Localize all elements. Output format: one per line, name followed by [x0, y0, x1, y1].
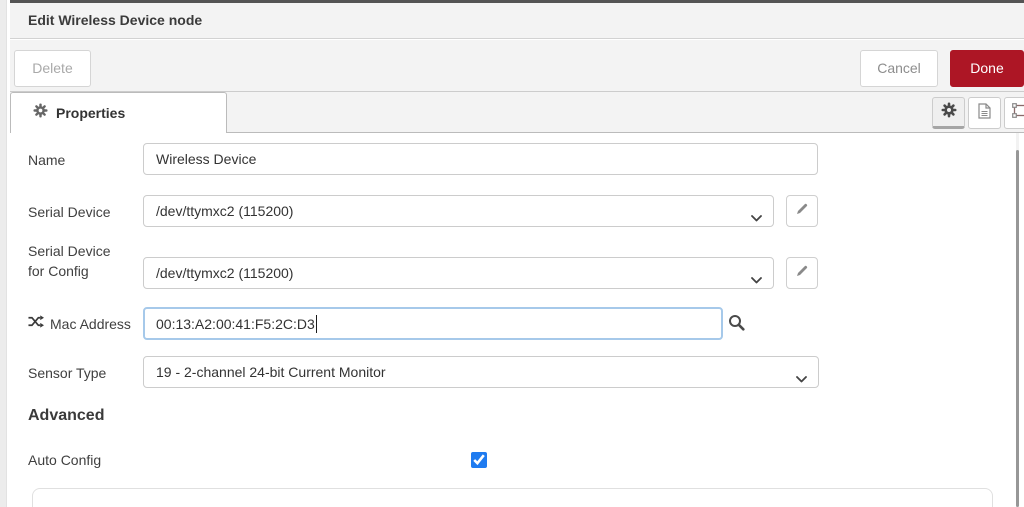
tab-properties[interactable]: Properties	[10, 92, 227, 133]
search-icon[interactable]	[728, 314, 745, 336]
mac-address-label: Mac Address	[50, 316, 131, 332]
advanced-options-panel	[32, 488, 993, 507]
name-label: Name	[28, 152, 66, 168]
tab-bar: Properties	[10, 92, 1024, 133]
chevron-down-icon	[751, 271, 762, 287]
delete-button[interactable]: Delete	[14, 50, 91, 87]
sensor-type-label: Sensor Type	[28, 365, 107, 381]
scrollbar-thumb[interactable]	[1016, 150, 1019, 507]
sensor-type-value: 19 - 2-channel 24-bit Current Monitor	[156, 364, 386, 380]
done-button[interactable]: Done	[950, 50, 1024, 87]
mac-address-label-row: Mac Address	[28, 314, 131, 334]
auto-config-label: Auto Config	[28, 452, 102, 468]
serial-device-label: Serial Device	[28, 204, 111, 220]
text-caret	[315, 314, 318, 333]
serial-device-config-value: /dev/ttymxc2 (115200)	[156, 265, 294, 281]
pencil-icon	[795, 202, 809, 221]
pencil-icon	[795, 264, 809, 283]
gear-icon	[33, 103, 48, 123]
object-group-icon	[1012, 103, 1024, 123]
advanced-section-heading: Advanced	[28, 407, 105, 424]
workspace-edge	[0, 0, 7, 507]
serial-device-select[interactable]: /dev/ttymxc2 (115200)	[143, 195, 774, 227]
properties-tab-button[interactable]	[932, 97, 965, 129]
sensor-type-select[interactable]: 19 - 2-channel 24-bit Current Monitor	[143, 356, 819, 388]
edit-serial-device-config-button[interactable]	[786, 257, 818, 289]
chevron-down-icon	[796, 370, 807, 386]
serial-device-config-select[interactable]: /dev/ttymxc2 (115200)	[143, 257, 774, 289]
name-input[interactable]	[143, 143, 818, 175]
auto-config-checkbox[interactable]	[471, 452, 487, 468]
mac-address-value: 00:13:A2:00:41:F5:2C:D3	[156, 315, 315, 332]
mac-address-input[interactable]: 00:13:A2:00:41:F5:2C:D3	[143, 307, 723, 340]
tab-properties-label: Properties	[56, 105, 126, 121]
description-tab-button[interactable]	[968, 97, 1001, 129]
appearance-tab-button[interactable]	[1004, 97, 1024, 129]
cancel-button[interactable]: Cancel	[860, 50, 938, 87]
dialog-title: Edit Wireless Device node	[28, 12, 203, 28]
tray-toolbar: Delete Cancel Done	[10, 40, 1024, 92]
shuffle-icon	[28, 315, 44, 333]
tray-header: Edit Wireless Device node	[10, 3, 1024, 39]
chevron-down-icon	[751, 209, 762, 225]
edit-node-dialog: Edit Wireless Device node Delete Cancel …	[0, 0, 1024, 507]
gear-icon	[941, 102, 957, 123]
serial-device-config-label: Serial Device for Config	[28, 243, 111, 279]
document-icon	[977, 102, 992, 124]
edit-serial-device-button[interactable]	[786, 195, 818, 227]
serial-device-value: /dev/ttymxc2 (115200)	[156, 203, 294, 219]
